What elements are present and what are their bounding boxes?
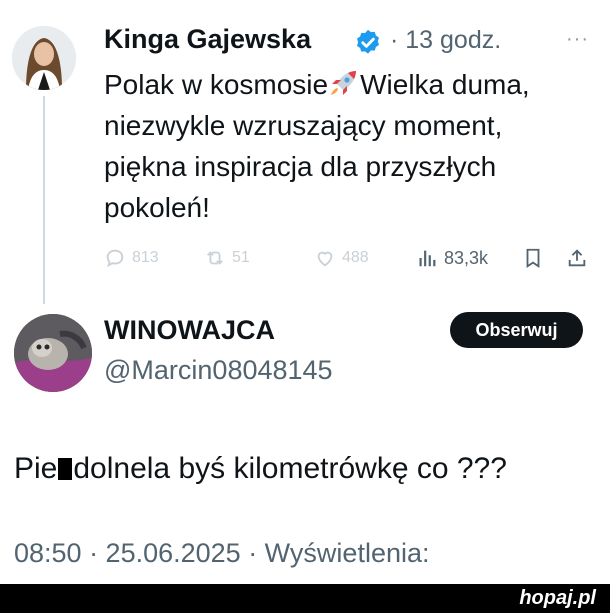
views-count: 83,3k — [444, 247, 489, 268]
watermark-logo: hopaj.pl — [519, 587, 596, 609]
censor-block — [58, 458, 73, 480]
repost-count: 51 — [232, 249, 250, 266]
reply-count: 813 — [132, 249, 159, 266]
follow-button[interactable]: Obserwuj — [450, 312, 583, 348]
rocket-emoji-icon — [331, 71, 357, 95]
views-chart-icon — [419, 250, 436, 267]
tweet-text-part2: dolnela byś kilometrówkę co ??? — [73, 452, 507, 485]
repost-button[interactable]: 51 — [204, 247, 250, 269]
reply-icon — [106, 249, 124, 268]
tweet-text-part1: Pie — [14, 452, 58, 485]
tweet-text-part1: Polak w kosmosie — [104, 69, 329, 100]
verified-badge-icon — [357, 29, 379, 54]
like-count: 488 — [342, 249, 369, 266]
tweet-actions: 813 51 488 83,3k — [104, 247, 594, 277]
bookmark-icon — [526, 248, 540, 268]
views-button[interactable]: 83,3k — [416, 247, 488, 269]
watermark-bar: hopaj.pl — [0, 584, 610, 613]
tweet-timestamp[interactable]: 08:50 · 25.06.2025 · Wyświetlenia: — [14, 538, 430, 569]
avatar[interactable] — [12, 26, 76, 90]
author-name[interactable]: Kinga Gajewska — [104, 24, 311, 55]
author-handle[interactable]: @Marcin08048145 — [104, 355, 333, 386]
thread-line — [43, 96, 45, 304]
share-icon — [568, 249, 586, 267]
share-button[interactable] — [566, 247, 588, 269]
tweet-text: Pie dolnela byś kilometrówkę co ??? — [14, 452, 507, 486]
more-options-icon[interactable]: ··· — [566, 28, 589, 51]
tweet-time[interactable]: · 13 godz. — [390, 26, 501, 55]
tweet-original[interactable]: Kinga Gajewska · 13 godz. ··· Polak w ko… — [0, 0, 610, 304]
reply-button[interactable]: 813 — [104, 247, 159, 269]
heart-icon — [317, 251, 333, 267]
like-button[interactable]: 488 — [314, 247, 369, 269]
author-name[interactable]: WINOWAJCA — [104, 315, 275, 346]
repost-icon — [207, 251, 223, 265]
avatar[interactable] — [14, 314, 92, 392]
tweet-text: Polak w kosmosie Wielka duma, niezwykle … — [104, 64, 574, 228]
tweet-reply[interactable]: WINOWAJCA @Marcin08048145 Obserwuj Pie do… — [0, 300, 610, 584]
bookmark-button[interactable] — [522, 247, 544, 269]
